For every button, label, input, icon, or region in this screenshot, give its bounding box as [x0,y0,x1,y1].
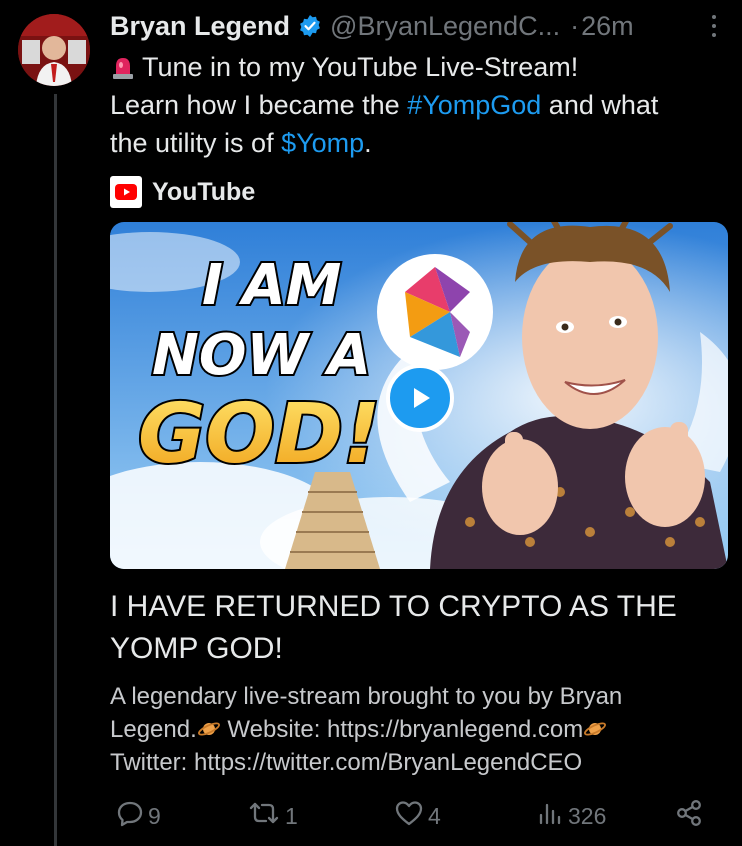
author-name[interactable]: Bryan Legend [110,11,290,42]
cashtag-link[interactable]: $Yomp [281,128,364,158]
author-handle[interactable]: @BryanLegendC... [330,11,560,42]
thumbnail-text-2: NOW A [152,323,371,388]
thumbnail-text-3: GOD! [138,387,380,482]
tweet-line-3-post: . [364,128,372,158]
hashtag-link[interactable]: #YompGod [407,90,541,120]
youtube-icon [110,176,142,208]
thumbnail-text-1: I AM [202,253,341,318]
share-icon [674,798,704,834]
card-desc-line-2a: Legend. [110,716,197,743]
thread-line [54,94,57,846]
timestamp[interactable]: 26m [581,11,634,42]
repost-count: 1 [285,802,298,829]
tweet-header: Bryan Legend @BryanLegendC... · 26m [110,8,724,44]
tweet-line-1: Tune in to my YouTube Live-Stream! [142,52,579,82]
card-title[interactable]: I HAVE RETURNED TO CRYPTO AS THE YOMP GO… [110,586,730,670]
separator-dot: · [570,10,580,41]
card-source[interactable]: YouTube [110,174,255,210]
like-icon [394,799,424,833]
more-icon[interactable] [704,12,724,40]
planet-icon [583,716,607,738]
views-button[interactable]: 326 [536,796,606,836]
like-button[interactable]: 4 [394,796,441,836]
reply-icon [116,799,144,833]
tweet-line-3-pre: the utility is of [110,128,282,158]
tweet-line-2-pre: Learn how I became the [110,90,408,120]
tweet-text: Tune in to my YouTube Live-Stream! Learn… [110,48,730,162]
tweet-actions: 9 1 4 326 [110,796,720,836]
reply-count: 9 [148,802,161,829]
siren-icon [110,52,136,79]
play-icon[interactable] [386,364,454,432]
card-desc-line-3: Twitter: https://twitter.com/BryanLegend… [110,749,583,776]
like-count: 4 [428,802,441,829]
tweet-line-2-post: and what [541,90,659,120]
reply-button[interactable]: 9 [116,796,161,836]
card-source-name: YouTube [152,177,256,206]
views-count: 326 [568,802,607,829]
share-button[interactable] [674,796,704,836]
repost-icon [247,799,281,833]
card-desc-line-1: A legendary live-stream brought to you b… [110,683,623,710]
planet-icon [197,716,221,738]
repost-button[interactable]: 1 [247,796,298,836]
verified-badge-icon [298,14,322,38]
card-desc-line-2b: Website: https://bryanlegend.com [220,716,584,743]
card-description: A legendary live-stream brought to you b… [110,680,735,779]
views-icon [536,799,564,833]
avatar[interactable] [18,14,90,86]
